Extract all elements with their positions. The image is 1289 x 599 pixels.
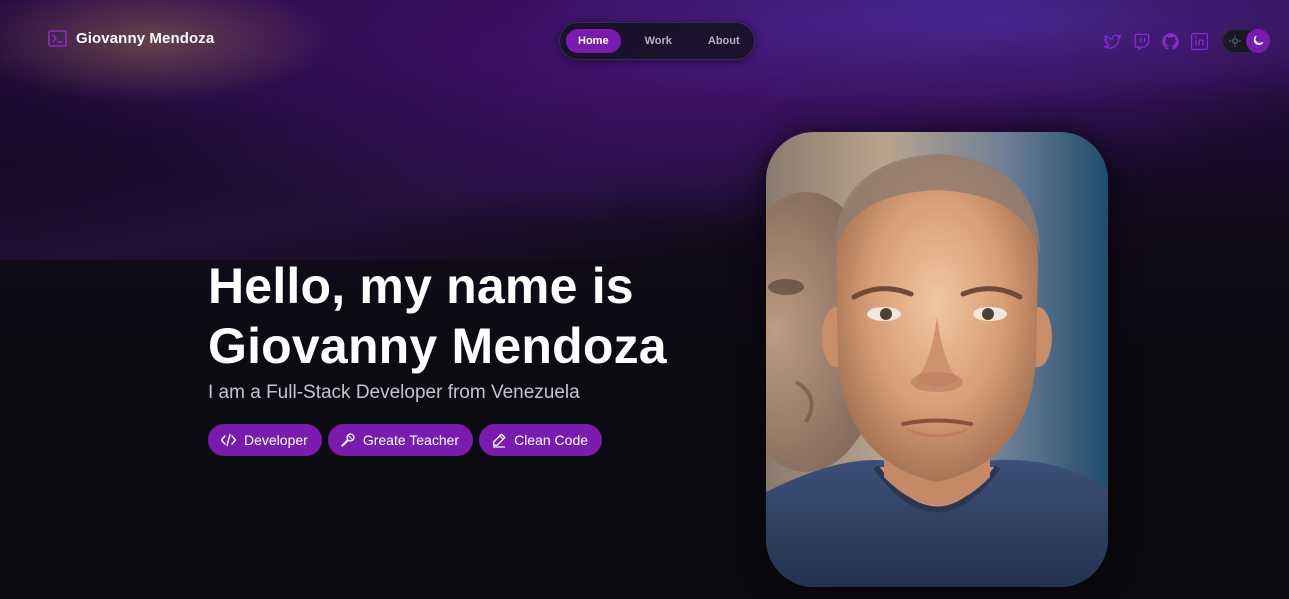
hero-section: Hello, my name is Giovanny Mendoza I am … [208,256,748,456]
main-nav: Home Work About [559,22,755,60]
hero-title-line-1: Hello, my name is [208,258,634,314]
github-icon[interactable] [1161,32,1180,51]
nav-work[interactable]: Work [633,29,684,53]
nav-about[interactable]: About [696,29,752,53]
tag-developer: Developer [208,424,322,456]
moon-icon [1253,35,1264,45]
nav-home[interactable]: Home [566,29,621,53]
hero-title: Hello, my name is Giovanny Mendoza [208,256,748,376]
brand-logo[interactable]: Giovanny Mendoza [48,30,214,47]
code-icon [220,433,237,447]
social-links [1103,32,1209,51]
linkedin-icon[interactable] [1190,32,1209,51]
toggle-knob[interactable] [1246,29,1270,53]
terminal-icon [48,30,67,47]
tag-label: Clean Code [514,432,589,448]
twitch-icon[interactable] [1132,32,1151,51]
twitter-icon[interactable] [1103,32,1122,51]
tag-clean-code: Clean Code [479,424,603,456]
profile-photo [766,132,1108,587]
brand-name: Giovanny Mendoza [76,30,215,47]
hero-title-line-2: Giovanny Mendoza [208,318,667,374]
skill-tags: Developer Greate Teacher Clean Code [208,424,748,456]
theme-toggle[interactable] [1222,29,1270,53]
microphone-icon [341,433,355,447]
hero-subtitle: I am a Full-Stack Developer from Venezue… [208,382,580,403]
tag-teacher: Greate Teacher [327,424,474,456]
pencil-icon [493,433,506,448]
tag-label: Developer [244,432,308,448]
tag-label: Greate Teacher [362,432,460,448]
portrait-illustration [766,132,1108,587]
sun-icon [1229,35,1241,47]
